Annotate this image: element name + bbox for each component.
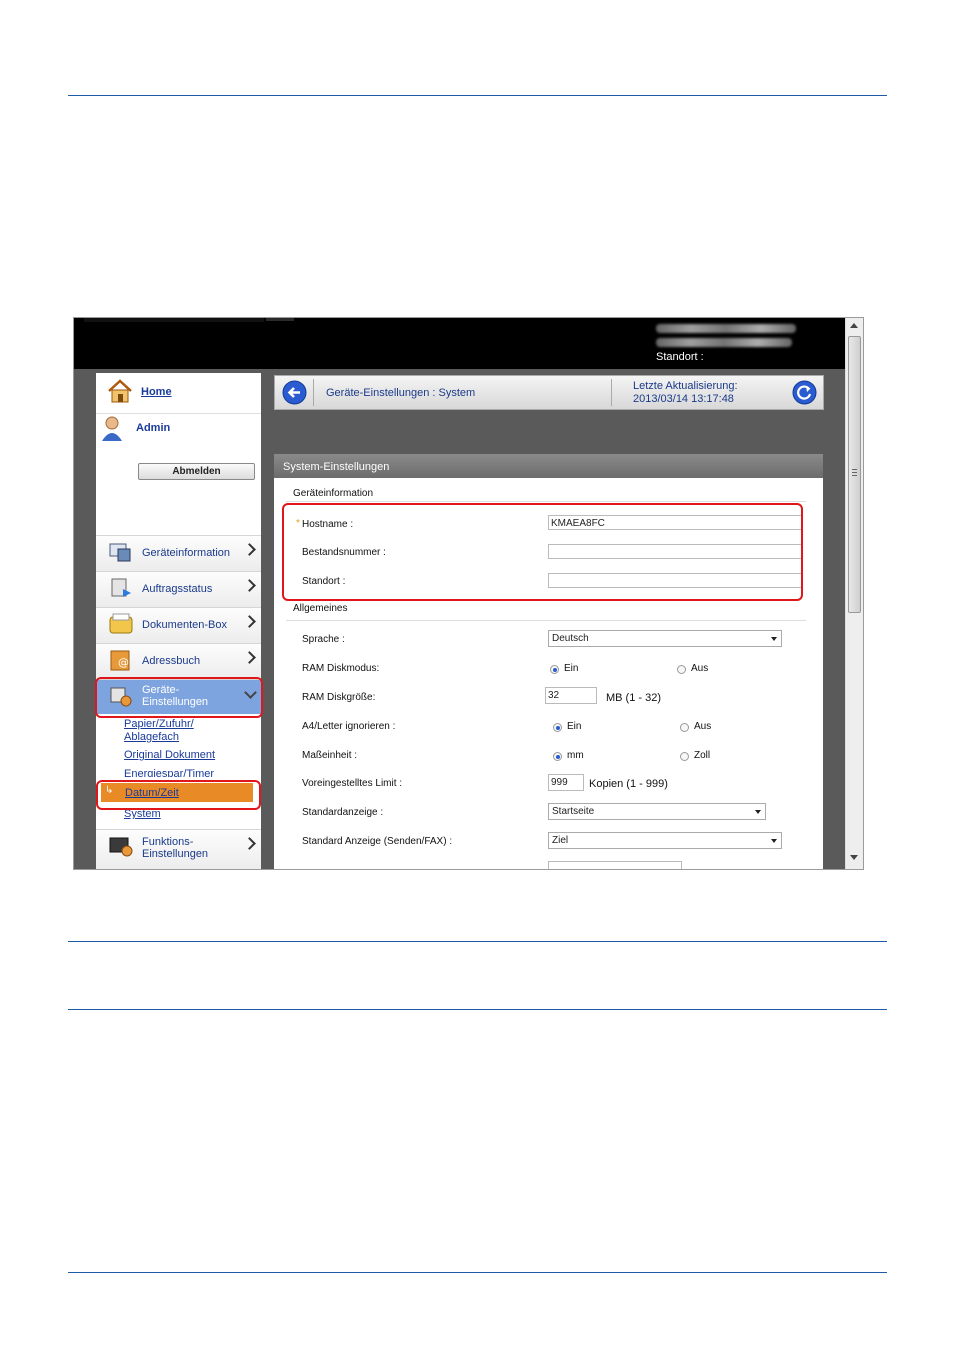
chevron-right-icon	[243, 615, 256, 628]
dropdown-arrow-icon	[755, 810, 761, 814]
default-limit-label: Voreingestelltes Limit :	[302, 778, 403, 789]
sidebar-item-job-status[interactable]: Auftragsstatus	[96, 571, 261, 607]
function-settings-icon	[109, 837, 133, 857]
last-update-value: 2013/03/14 13:17:48	[633, 393, 734, 405]
ram-disk-size-unit: MB (1 - 32)	[606, 692, 662, 704]
sidebar-home[interactable]: Home	[96, 373, 261, 414]
highlight-device-settings	[95, 677, 263, 718]
a4-letter-on-label: Ein	[567, 721, 582, 732]
sidebar-item-document-box[interactable]: Dokumenten-Box	[96, 607, 261, 643]
address-book-icon: @	[110, 650, 130, 671]
unit-inch-label: Zoll	[694, 750, 711, 761]
header-standort-label: Standort :	[656, 351, 704, 363]
breadcrumb-bar: Geräte-Einstellungen : System Letzte Akt…	[274, 375, 824, 410]
rule-2	[68, 941, 887, 942]
panel-header: System-Einstellungen	[274, 454, 823, 478]
home-icon	[108, 379, 132, 403]
device-info-icon	[109, 543, 131, 562]
sidebar-item-label: Adressbuch	[142, 655, 201, 667]
sidebar-item-label: Auftragsstatus	[142, 583, 213, 595]
sidebar-item-label: Dokumenten-Box	[142, 619, 227, 631]
scroll-down-icon[interactable]	[850, 855, 858, 860]
dropdown-arrow-icon	[771, 637, 777, 641]
svg-text:@: @	[118, 656, 129, 669]
sidebar-sub-original[interactable]: Original Dokument	[124, 749, 215, 762]
highlight-device-info	[282, 503, 803, 601]
default-screen-select[interactable]: Startseite	[548, 803, 766, 820]
ram-disk-on-label: Ein	[564, 663, 579, 674]
section-device-info: Geräteinformation	[293, 488, 374, 499]
rule-3	[68, 1009, 887, 1010]
chevron-right-icon	[243, 651, 256, 664]
bottom-rule	[68, 1272, 887, 1273]
user-name: Admin	[136, 422, 171, 434]
sidebar-item-device-info[interactable]: Geräteinformation	[96, 535, 261, 571]
ram-disk-off-radio[interactable]	[677, 665, 686, 674]
ram-disk-mode-label: RAM Diskmodus:	[302, 663, 380, 674]
top-header-bar: Standort :	[74, 318, 845, 369]
sidebar-sub-system[interactable]: System	[124, 810, 161, 819]
a4-letter-off-label: Aus	[694, 721, 712, 732]
a4-letter-on-radio[interactable]	[553, 723, 562, 732]
back-arrow-icon[interactable]	[282, 380, 307, 405]
top-rule	[68, 95, 887, 96]
highlight-datetime	[96, 780, 261, 810]
default-send-screen-label: Standard Anzeige (Senden/FAX) :	[302, 836, 453, 847]
sidebar-item-label: Geräteinformation	[142, 547, 231, 559]
unit-label: Maßeinheit :	[302, 750, 358, 761]
default-limit-unit: Kopien (1 - 999)	[589, 778, 668, 790]
dropdown-arrow-icon	[771, 839, 777, 843]
default-screen-label: Standardanzeige :	[302, 807, 384, 818]
user-icon	[102, 416, 122, 441]
default-send-screen-select[interactable]: Ziel	[548, 832, 782, 849]
breadcrumb: Geräte-Einstellungen : System	[326, 387, 476, 399]
sidebar-sub-energy[interactable]: Energiespar/Timer	[124, 768, 214, 777]
last-update-label: Letzte Aktualisierung:	[633, 380, 738, 392]
chevron-right-icon	[243, 543, 256, 556]
default-limit-field[interactable]: 999	[548, 774, 584, 791]
chevron-right-icon	[243, 837, 256, 850]
chevron-right-icon	[243, 579, 256, 592]
document-box-icon	[109, 613, 133, 634]
unit-inch-radio[interactable]	[680, 752, 689, 761]
sidebar-item-label-line1: Funktions-	[142, 836, 194, 848]
panel-title: System-Einstellungen	[283, 461, 390, 473]
ram-disk-off-label: Aus	[691, 663, 709, 674]
sidebar-item-function-settings[interactable]: Funktions- Einstellungen	[96, 829, 261, 869]
language-label: Sprache :	[302, 634, 345, 645]
redacted-text	[656, 338, 792, 347]
refresh-icon[interactable]	[792, 380, 817, 405]
logout-button[interactable]: Abmelden	[138, 463, 255, 480]
redacted-text	[656, 324, 796, 333]
scrollbar-thumb[interactable]	[848, 336, 861, 613]
partial-field	[548, 861, 682, 869]
scroll-up-icon[interactable]	[850, 323, 858, 328]
ram-disk-size-label: RAM Diskgröße:	[302, 692, 376, 703]
a4-letter-off-radio[interactable]	[680, 723, 689, 732]
unit-mm-label: mm	[567, 750, 584, 761]
ram-disk-on-radio[interactable]	[550, 665, 559, 674]
sidebar-item-label-line2: Einstellungen	[142, 848, 209, 860]
settings-panel: System-Einstellungen Geräteinformation *…	[274, 454, 823, 869]
sidebar-sub-paper[interactable]: Papier/Zufuhr/Ablagefach	[124, 718, 194, 744]
sidebar-item-address-book[interactable]: @ Adressbuch	[96, 643, 261, 679]
sidebar: Home Admin Abmelden Geräteinformation Au…	[95, 373, 263, 869]
home-link[interactable]: Home	[141, 386, 172, 398]
a4-letter-label: A4/Letter ignorieren :	[302, 721, 396, 732]
ram-disk-size-field[interactable]: 32	[545, 687, 597, 704]
job-status-icon	[111, 578, 131, 597]
section-general: Allgemeines	[293, 603, 348, 614]
unit-mm-radio[interactable]	[553, 752, 562, 761]
language-select[interactable]: Deutsch	[548, 630, 782, 647]
vertical-scrollbar[interactable]	[845, 318, 863, 869]
browser-screenshot: Standort : Home Admin Abmelden Geräteinf…	[73, 317, 864, 870]
